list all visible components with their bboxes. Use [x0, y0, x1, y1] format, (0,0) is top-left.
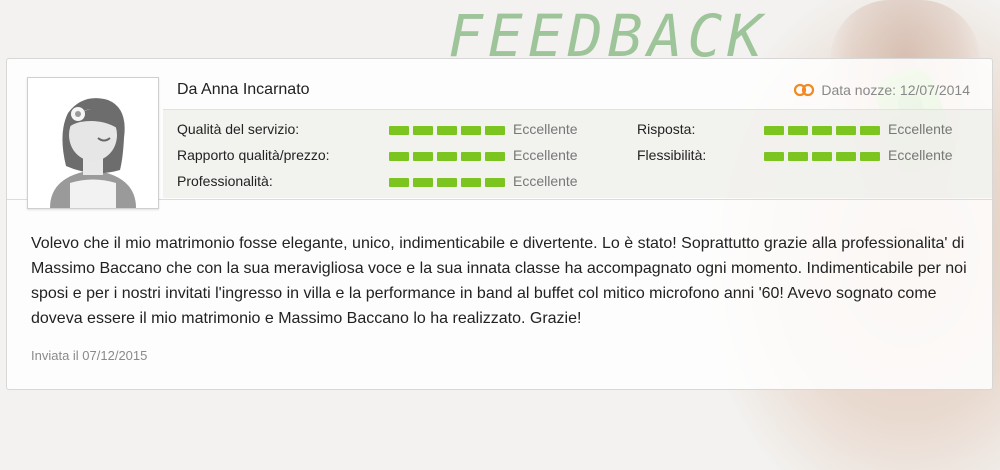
rating-bar: [812, 152, 832, 161]
rating-bar: [437, 178, 457, 187]
review-card: Da Anna Incarnato Data nozze: 12/07/2014…: [6, 58, 993, 390]
rating-bars-response: [764, 126, 880, 135]
rating-bar: [836, 126, 856, 135]
rating-bar: [812, 126, 832, 135]
rating-bars-professionalism: [389, 178, 505, 187]
wedding-rings-icon: [794, 83, 815, 97]
rating-bar: [413, 152, 433, 161]
rating-bar: [389, 178, 409, 187]
rating-label-professionalism: Professionalità:: [177, 173, 273, 189]
wedding-date-label: Data nozze: 12/07/2014: [821, 82, 970, 98]
rating-bars-value-for-money: [389, 152, 505, 161]
rating-bar: [485, 178, 505, 187]
rating-bar: [860, 126, 880, 135]
reviewer-name: Da Anna Incarnato: [177, 81, 310, 98]
rating-bar: [485, 152, 505, 161]
rating-bars-flexibility: [764, 152, 880, 161]
rating-bar: [461, 178, 481, 187]
rating-label-service-quality: Qualità del servizio:: [177, 121, 300, 137]
rating-value-service-quality: Eccellente: [513, 121, 578, 137]
rating-bar: [764, 152, 784, 161]
wedding-date: Data nozze: 12/07/2014: [793, 82, 970, 98]
sent-date: Inviata il 07/12/2015: [31, 348, 148, 363]
rating-bar: [461, 152, 481, 161]
avatar: [27, 77, 159, 209]
rating-value-response: Eccellente: [888, 121, 953, 137]
review-header: Da Anna Incarnato Data nozze: 12/07/2014…: [7, 59, 992, 209]
rating-bar: [764, 126, 784, 135]
rating-bar: [389, 126, 409, 135]
rating-bar: [461, 126, 481, 135]
rating-bar: [413, 178, 433, 187]
rating-label-flexibility: Flessibilità:: [637, 147, 707, 163]
rating-value-flexibility: Eccellente: [888, 147, 953, 163]
rating-bar: [788, 152, 808, 161]
rating-bar: [860, 152, 880, 161]
rating-label-value-for-money: Rapporto qualità/prezzo:: [177, 147, 330, 163]
rating-value-professionalism: Eccellente: [513, 173, 578, 189]
review-text: Volevo che il mio matrimonio fosse elega…: [31, 235, 967, 327]
rating-value-value-for-money: Eccellente: [513, 147, 578, 163]
female-avatar-icon: [28, 78, 158, 208]
rating-bar: [413, 126, 433, 135]
rating-bar: [389, 152, 409, 161]
rating-bar: [437, 126, 457, 135]
rating-bar: [437, 152, 457, 161]
rating-bars-service-quality: [389, 126, 505, 135]
rating-bar: [485, 126, 505, 135]
rating-bar: [788, 126, 808, 135]
rating-label-response: Risposta:: [637, 121, 696, 137]
rating-bar: [836, 152, 856, 161]
